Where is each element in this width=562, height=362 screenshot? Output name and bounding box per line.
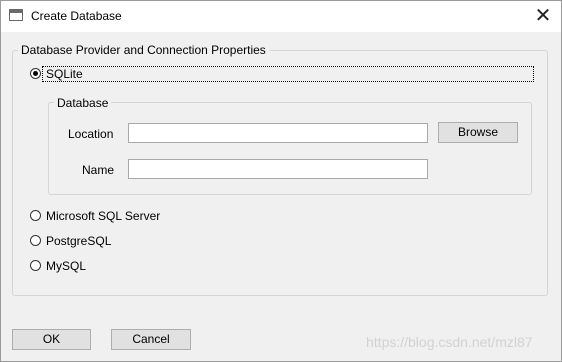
- browse-button[interactable]: Browse: [438, 122, 518, 143]
- provider-group-legend: Database Provider and Connection Propert…: [18, 43, 269, 57]
- radio-mssql-indicator[interactable]: [30, 210, 41, 221]
- name-label: Name: [82, 163, 115, 177]
- name-input[interactable]: [128, 159, 428, 179]
- cancel-button[interactable]: Cancel: [111, 329, 191, 350]
- radio-mysql-label[interactable]: MySQL: [46, 259, 86, 273]
- radio-postgresql-label[interactable]: PostgreSQL: [46, 234, 111, 248]
- focus-rectangle: [42, 66, 534, 82]
- watermark-text: https://blog.csdn.net/mzl87: [366, 334, 533, 350]
- ok-button[interactable]: OK: [12, 329, 91, 350]
- radio-postgresql-indicator[interactable]: [30, 235, 41, 246]
- database-group-legend: Database: [54, 96, 112, 110]
- radio-mysql-indicator[interactable]: [30, 260, 41, 271]
- location-input[interactable]: [128, 123, 428, 143]
- window-icon: [9, 9, 23, 21]
- window-title: Create Database: [31, 9, 122, 23]
- radio-sqlite-indicator[interactable]: [30, 68, 41, 79]
- close-icon[interactable]: ✕: [531, 5, 555, 27]
- database-groupbox: [48, 102, 532, 195]
- radio-sqlite-label[interactable]: SQLite: [46, 67, 83, 81]
- location-label: Location: [68, 127, 114, 141]
- radio-mssql-label[interactable]: Microsoft SQL Server: [46, 209, 160, 223]
- title-bar: Create Database ✕: [1, 1, 561, 32]
